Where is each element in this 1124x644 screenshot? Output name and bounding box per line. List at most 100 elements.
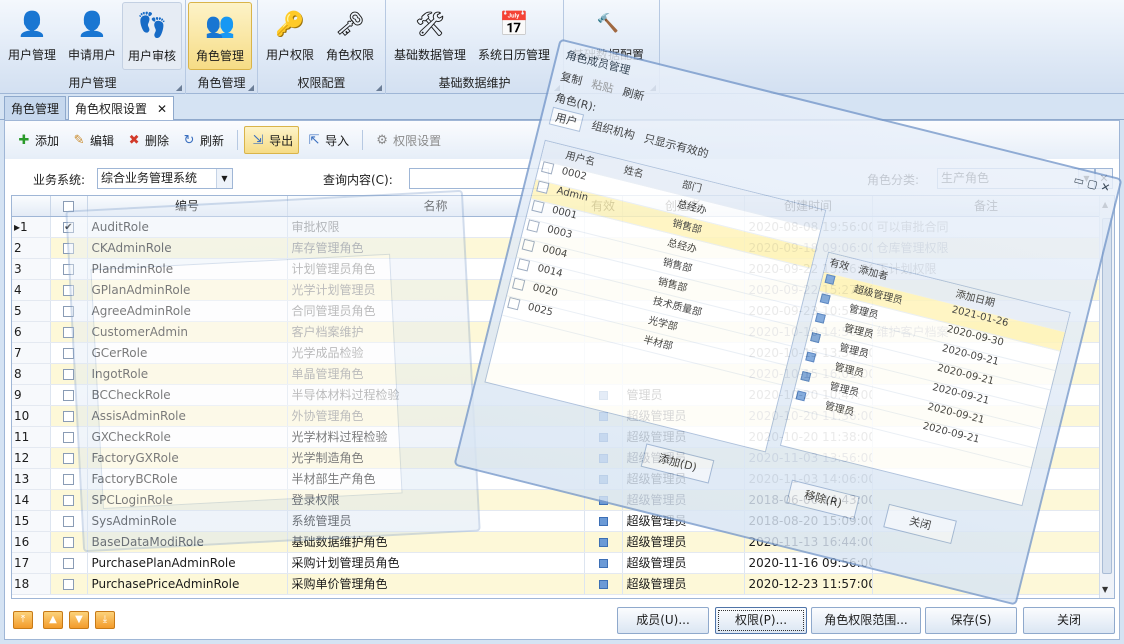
valid-checkbox[interactable] bbox=[598, 390, 608, 400]
table-row[interactable]: 10 AssisAdminRole 外协管理角色 超级管理员 2020-10-20 11… bbox=[12, 405, 1101, 427]
dialog-launcher-icon[interactable]: ◢ bbox=[176, 79, 182, 97]
row-checkbox-cell[interactable] bbox=[50, 468, 88, 490]
row-checkbox-cell[interactable]: ✔ bbox=[50, 216, 88, 238]
tab-role-management[interactable]: 角色管理 bbox=[4, 96, 67, 120]
scrollbar-thumb[interactable] bbox=[1102, 218, 1112, 574]
valid-checkbox[interactable] bbox=[598, 579, 608, 589]
table-row[interactable]: 5 AgreeAdminRole 合同管理员角色 2020-09-23 10:53:0… bbox=[12, 300, 1101, 322]
role-permission-button[interactable]: 🗝 角色权限 bbox=[320, 2, 380, 70]
row-checkbox-cell[interactable] bbox=[50, 405, 88, 427]
table-row[interactable]: 16 BaseDataModiRole 基础数据维护角色 超级管理员 2020-11-1… bbox=[12, 531, 1101, 553]
move-up-button[interactable]: ▲ bbox=[43, 611, 63, 629]
checkbox[interactable] bbox=[63, 515, 74, 527]
refresh-button[interactable]: ↻ 刷新 bbox=[176, 126, 229, 154]
query-input[interactable] bbox=[409, 168, 549, 189]
column-header[interactable]: 创建者 bbox=[622, 196, 745, 217]
close-button[interactable]: 关闭 bbox=[1023, 607, 1115, 634]
table-row[interactable]: 2 CKAdminRole 库存管理角色 2020-09-18 09:06:00 仓库管… bbox=[12, 237, 1101, 259]
checkbox[interactable] bbox=[63, 431, 74, 443]
row-checkbox-cell[interactable] bbox=[50, 510, 88, 532]
checkbox[interactable] bbox=[63, 410, 74, 422]
checkbox[interactable] bbox=[63, 578, 74, 590]
table-row[interactable]: 12 FactoryGXRole 光学制造角色 超级管理员 2020-11-03 13:… bbox=[12, 447, 1101, 469]
table-row[interactable]: 3 PlandminRole 计划管理员角色 2020-09-22 15:26:00 下… bbox=[12, 258, 1101, 280]
category-select[interactable]: 生产角色 ▼ bbox=[937, 168, 1095, 189]
valid-checkbox[interactable] bbox=[598, 474, 608, 484]
checkbox[interactable] bbox=[63, 326, 74, 338]
base-data-management-button[interactable]: 🛠 基础数据管理 bbox=[388, 2, 472, 70]
checkbox[interactable] bbox=[63, 557, 74, 569]
checkbox[interactable] bbox=[63, 200, 74, 212]
row-checkbox-cell[interactable] bbox=[50, 342, 88, 364]
permission-settings-button[interactable]: ⚙ 权限设置 bbox=[369, 126, 446, 154]
select-all-checkbox[interactable] bbox=[50, 196, 88, 217]
row-checkbox-cell[interactable] bbox=[50, 321, 88, 343]
table-row[interactable]: 14 SPCLoginRole 登录权限 超级管理员 2018-06-06 14:43:… bbox=[12, 489, 1101, 511]
valid-checkbox[interactable] bbox=[598, 516, 608, 526]
table-row[interactable]: 6 CustomerAdmin 客户档案维护 2020-10-10 14:56:00 维… bbox=[12, 321, 1101, 343]
column-header[interactable]: 备注 bbox=[872, 196, 1101, 217]
scroll-down-icon[interactable]: ▼ bbox=[1102, 585, 1108, 594]
checkbox[interactable] bbox=[63, 284, 74, 296]
dialog-launcher-icon[interactable]: ◢ bbox=[650, 79, 656, 97]
dialog-launcher-icon[interactable]: ◢ bbox=[376, 79, 382, 97]
import-button[interactable]: ⇱ 导入 bbox=[301, 126, 354, 154]
column-header[interactable]: 名称 bbox=[287, 196, 585, 217]
valid-checkbox[interactable] bbox=[598, 495, 608, 505]
row-checkbox-cell[interactable] bbox=[50, 300, 88, 322]
row-checkbox-cell[interactable] bbox=[50, 573, 88, 595]
row-checkbox-cell[interactable] bbox=[50, 447, 88, 469]
table-row[interactable]: 4 GPlanAdminRole 光学计划管理员 2020-09-22 15:27:0… bbox=[12, 279, 1101, 301]
checkbox[interactable] bbox=[63, 242, 74, 254]
delete-button[interactable]: ✖ 删除 bbox=[121, 126, 174, 154]
column-header[interactable]: 编号 bbox=[87, 196, 288, 217]
permissions-button[interactable]: 权限(P)... bbox=[715, 607, 807, 634]
table-row[interactable]: 9 BCCheckRole 半导体材料过程检验 管理员 2020-10-20 10:47… bbox=[12, 384, 1101, 406]
members-button[interactable]: 成员(U)... bbox=[617, 607, 709, 634]
user-permission-button[interactable]: 🔑 用户权限 bbox=[260, 2, 320, 70]
row-checkbox-cell[interactable] bbox=[50, 258, 88, 280]
calendar-management-button[interactable]: 📅 系统日历管理 bbox=[472, 2, 556, 70]
row-checkbox-cell[interactable] bbox=[50, 237, 88, 259]
role-management-button[interactable]: 👥 角色管理 bbox=[188, 2, 252, 70]
column-header[interactable]: 创建时间 bbox=[744, 196, 873, 217]
base-data-config-button[interactable]: 🔨 基础数据配置 bbox=[566, 2, 650, 70]
clear-button[interactable]: ✕ bbox=[1095, 168, 1113, 189]
valid-checkbox[interactable] bbox=[598, 558, 608, 568]
checkbox[interactable] bbox=[63, 494, 74, 506]
tab-role-permission-settings[interactable]: 角色权限设置 ✕ bbox=[68, 96, 175, 120]
table-row[interactable]: ▸1 ✔ AuditRole 审批权限 2020-08-08 19:56:00 可以审批合… bbox=[12, 216, 1101, 238]
close-icon[interactable]: ✕ bbox=[157, 98, 167, 120]
checkbox[interactable] bbox=[63, 389, 74, 401]
valid-checkbox[interactable] bbox=[598, 537, 608, 547]
row-checkbox-cell[interactable] bbox=[50, 489, 88, 511]
row-checkbox-cell[interactable] bbox=[50, 426, 88, 448]
table-row[interactable]: 8 IngotRole 单晶管理角色 2020-10-15 16:01:00 bbox=[12, 363, 1101, 385]
chevron-down-icon[interactable]: ▼ bbox=[1078, 169, 1094, 188]
checkbox[interactable] bbox=[63, 347, 74, 359]
row-checkbox-cell[interactable] bbox=[50, 552, 88, 574]
checkbox[interactable] bbox=[63, 473, 74, 485]
role-permission-scope-button[interactable]: 角色权限范围... bbox=[811, 607, 921, 634]
column-header[interactable]: 有效 bbox=[584, 196, 623, 217]
user-review-button[interactable]: 👣 用户审核 bbox=[122, 2, 182, 70]
checkbox[interactable] bbox=[63, 536, 74, 548]
row-checkbox-cell[interactable] bbox=[50, 279, 88, 301]
system-select[interactable]: 综合业务管理系统 ▼ bbox=[97, 168, 233, 189]
checkbox[interactable] bbox=[63, 305, 74, 317]
row-checkbox-cell[interactable] bbox=[50, 363, 88, 385]
move-bottom-button[interactable]: ⤓ bbox=[95, 611, 115, 629]
valid-checkbox[interactable] bbox=[598, 453, 608, 463]
vertical-scrollbar[interactable]: ▲ ▼ bbox=[1099, 196, 1114, 598]
table-row[interactable]: 7 GCerRole 光学成品检验 2020-10-15 13:54:00 bbox=[12, 342, 1101, 364]
row-checkbox-cell[interactable] bbox=[50, 531, 88, 553]
valid-checkbox[interactable] bbox=[598, 432, 608, 442]
add-button[interactable]: ✚ 添加 bbox=[11, 126, 64, 154]
checkbox[interactable] bbox=[63, 368, 74, 380]
export-button[interactable]: ⇲ 导出 bbox=[244, 126, 300, 154]
chevron-down-icon[interactable]: ▼ bbox=[216, 169, 232, 188]
checkbox[interactable] bbox=[63, 452, 74, 464]
user-management-button[interactable]: 👤 用户管理 bbox=[2, 2, 62, 70]
table-row[interactable]: 17 PurchasePlanAdminRole 采购计划管理员角色 超级管理员 202… bbox=[12, 552, 1101, 574]
apply-user-button[interactable]: 👤 申请用户 bbox=[62, 2, 122, 70]
